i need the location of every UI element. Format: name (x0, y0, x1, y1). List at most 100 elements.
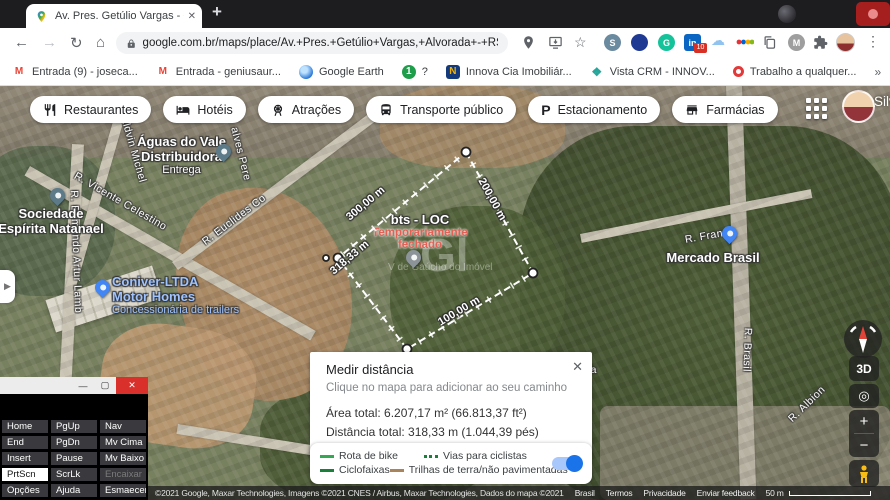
extensions-puzzle-icon[interactable] (813, 35, 828, 50)
blue-extension-icon[interactable] (631, 34, 648, 51)
gmail-icon: M (14, 66, 24, 77)
chip-pharmacies[interactable]: Farmácias (672, 96, 778, 123)
cloud-extension-icon[interactable]: ☁ (711, 32, 725, 49)
bookmark-label: ? (421, 65, 428, 78)
bookmark-label: Innova Cia Imobiliár... (465, 65, 572, 78)
chip-attractions[interactable]: Atrações (257, 96, 355, 123)
osk-key-pause[interactable]: Pause (51, 452, 97, 465)
zoom-out-button[interactable]: − (849, 434, 879, 457)
attr-link-feedback[interactable]: Enviar feedback (697, 488, 755, 498)
legend-dirt-trails: Trilhas de terra/não pavimentadas (389, 464, 568, 476)
address-bar[interactable]: google.com.br/maps/place/Av.+Pres.+Getúl… (116, 32, 508, 54)
install-app-icon[interactable] (548, 35, 563, 50)
bus-icon (381, 103, 391, 115)
m-extension-icon[interactable]: M (788, 34, 805, 51)
osk-key-home[interactable]: Home (2, 420, 48, 433)
osk-key-nav[interactable]: Nav (100, 420, 146, 433)
bookmark-item[interactable]: M Entrada - geniusaur... (156, 65, 281, 79)
back-icon[interactable]: ← (14, 34, 29, 51)
grammarly-extension-icon[interactable]: G (658, 34, 675, 51)
my-location-button[interactable]: ◎ (849, 384, 879, 408)
bookmark-star-icon[interactable]: ☆ (574, 34, 587, 51)
zoom-in-button[interactable]: + (849, 410, 879, 433)
google-apps-grid-icon[interactable] (806, 98, 829, 121)
legend-bike-route: Rota de bike (320, 450, 424, 462)
bookmark-item[interactable]: Trabalho a qualquer... (732, 65, 857, 78)
pharmacy-icon (686, 104, 698, 115)
panel-close-icon[interactable]: ✕ (572, 359, 583, 375)
location-pin-icon[interactable] (521, 35, 536, 50)
attr-link-privacidade[interactable]: Privacidade (643, 488, 685, 498)
poi-label-silva: Silva (874, 94, 890, 109)
tab-close-icon[interactable]: ✕ (188, 11, 196, 22)
side-panel-expand-button[interactable]: ▶ (0, 270, 15, 303)
zoom-control: + − (849, 410, 879, 457)
osk-key-pgup[interactable]: PgUp (51, 420, 97, 433)
bookmark-item[interactable]: ❖ Vista CRM - INNOV... (590, 65, 715, 79)
osk-key-ajuda[interactable]: Ajuda (51, 484, 97, 497)
chip-parking[interactable]: P Estacionamento (528, 96, 661, 123)
skype-extension-icon[interactable]: S (604, 34, 621, 51)
area-total: Área total: 6.207,17 m² (66.813,37 ft²) (326, 406, 527, 420)
bookmark-item[interactable]: M Entrada (9) - joseca... (12, 65, 138, 79)
osk-maximize-button[interactable]: ▢ (94, 377, 116, 394)
compass-needle-icon (849, 325, 877, 353)
url-text: google.com.br/maps/place/Av.+Pres.+Getúl… (142, 37, 498, 49)
tabstrip-extension-icon[interactable] (778, 5, 796, 23)
attractions-icon (273, 104, 282, 116)
osk-key-end[interactable]: End (2, 436, 48, 449)
bookmark-label: Google Earth (318, 65, 384, 78)
bookmark-item[interactable]: N Innova Cia Imobiliár... (445, 64, 572, 79)
attr-link-termos[interactable]: Termos (606, 488, 633, 498)
chip-restaurants[interactable]: Restaurantes (30, 96, 152, 123)
osk-minimize-button[interactable]: — (72, 377, 94, 394)
profile-avatar[interactable] (836, 33, 855, 52)
forward-icon[interactable]: → (42, 34, 57, 51)
osk-key-scrlk[interactable]: ScrLk (51, 468, 97, 481)
home-icon[interactable]: ⌂ (96, 34, 105, 51)
compass-control[interactable] (844, 320, 882, 358)
legend-line-dotted (424, 454, 438, 458)
browser-tab[interactable]: Av. Pres. Getúlio Vargas - Googl ✕ (26, 4, 202, 28)
attr-link-brasil[interactable]: Brasil (575, 488, 595, 498)
legend-line-brown (389, 468, 404, 472)
3d-button[interactable]: 3D (849, 356, 879, 381)
restaurant-icon (44, 103, 56, 116)
osk-key-grid: Home PgUp Nav End PgDn Mv Cima Insert Pa… (0, 394, 148, 500)
lock-icon (127, 39, 135, 48)
pegman-icon (860, 464, 868, 483)
bookmark-item[interactable]: Google Earth (298, 64, 384, 79)
recording-indicator[interactable] (856, 2, 890, 26)
bookmark-label: Trabalho a qualquer... (749, 65, 857, 78)
pegman-button[interactable] (849, 460, 879, 487)
reload-icon[interactable]: ↻ (70, 34, 83, 52)
bookmark-label: Entrada (9) - joseca... (32, 65, 138, 78)
new-tab-button[interactable]: + (212, 2, 222, 22)
osk-key-esmaecer[interactable]: Esmaecer (100, 484, 146, 497)
browser-menu-icon[interactable]: ⋮ (866, 33, 880, 50)
chip-hotels[interactable]: Hotéis (163, 96, 246, 123)
osk-key-pgdn[interactable]: PgDn (51, 436, 97, 449)
osk-key-mv-baixo[interactable]: Mv Baixo (100, 452, 146, 465)
copy-pages-extension-icon[interactable] (762, 35, 777, 50)
osk-key-encaixar[interactable]: Encaixar (100, 468, 146, 481)
map-scale-label: 50 m (765, 488, 784, 498)
bike-layer-toggle[interactable] (552, 455, 583, 472)
osk-key-prtscn[interactable]: PrtScn (2, 468, 48, 481)
osk-key-mv-cima[interactable]: Mv Cima (100, 436, 146, 449)
bookmark-item[interactable]: 1 ? (401, 64, 428, 79)
ebay-extension-icon[interactable] (736, 37, 754, 47)
chip-transit[interactable]: Transporte público (366, 96, 517, 123)
osk-close-button[interactable]: ✕ (116, 377, 148, 394)
account-avatar[interactable] (842, 90, 875, 123)
osk-key-opcoes[interactable]: Opções (2, 484, 48, 497)
vista-crm-icon: ❖ (591, 64, 603, 79)
measure-distance-panel: ✕ Medir distância Clique no mapa para ad… (310, 352, 592, 454)
bookmarks-overflow-chevron[interactable]: » (874, 65, 881, 79)
parking-icon: P (541, 101, 551, 118)
browser-toolbar: ← → ↻ ⌂ google.com.br/maps/place/Av.+Pre… (0, 28, 890, 58)
osk-key-insert[interactable]: Insert (2, 452, 48, 465)
bike-legend-panel: Rota de bike Vias para ciclistas Ciclofa… (310, 443, 592, 484)
map-copyright: ©2021 Google, Maxar Technologies, Imagen… (155, 488, 564, 498)
legend-cyclist-ways: Vias para ciclistas (424, 450, 527, 462)
